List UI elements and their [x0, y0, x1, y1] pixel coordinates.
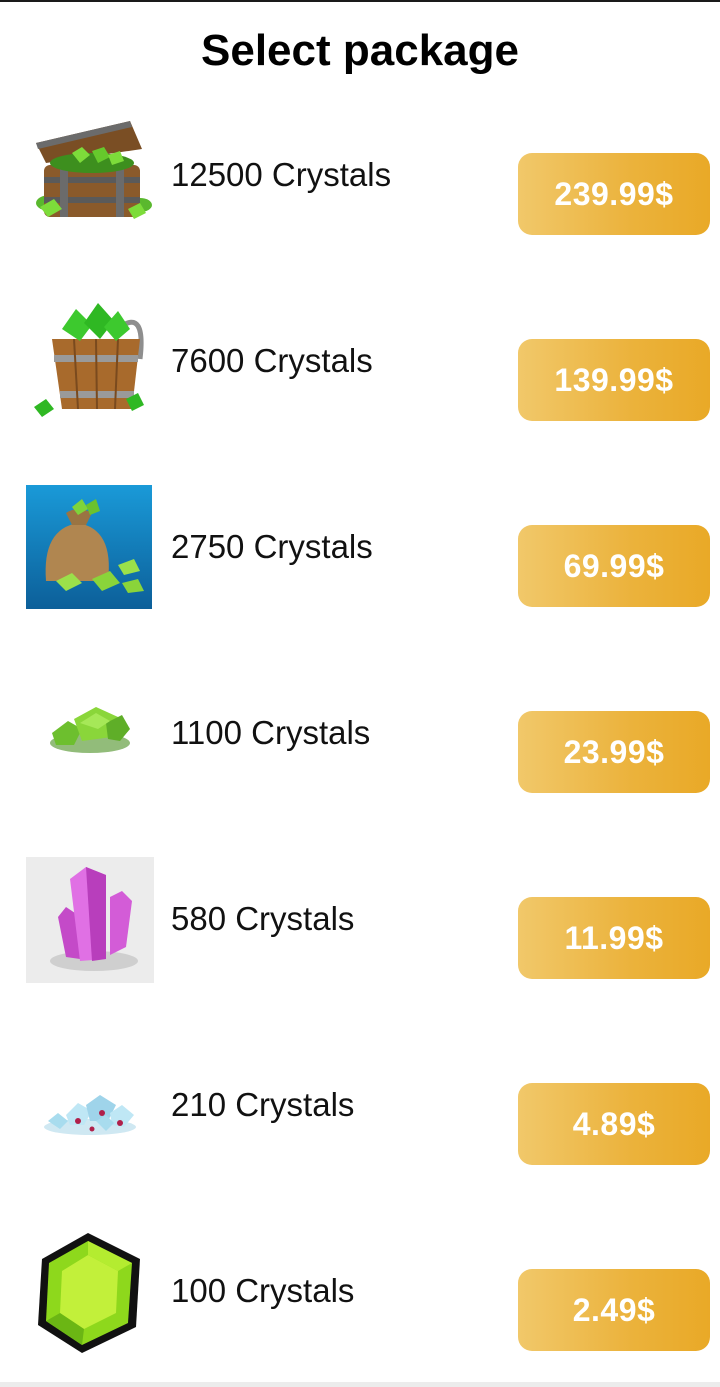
package-row-7600[interactable]: 7600 Crystals 139.99$: [0, 299, 720, 429]
package-row-12500[interactable]: 12500 Crystals 239.99$: [0, 113, 720, 243]
package-row-1100[interactable]: 1100 Crystals 23.99$: [0, 671, 720, 801]
buy-button-2750[interactable]: 69.99$: [518, 525, 710, 607]
buy-button-210[interactable]: 4.89$: [518, 1083, 710, 1165]
crystal-bucket-icon: [22, 299, 156, 429]
buy-button-100[interactable]: 2.49$: [518, 1269, 710, 1351]
crystal-pile-icon: [22, 671, 156, 801]
page-title: Select package: [201, 26, 519, 75]
pink-crystal-icon: [22, 857, 156, 987]
gem-pile-icon: [22, 1043, 156, 1173]
package-name: 7600 Crystals: [171, 342, 373, 379]
package-row-580[interactable]: 580 Crystals 11.99$: [0, 857, 720, 987]
package-name: 100 Crystals: [171, 1272, 355, 1309]
buy-button-7600[interactable]: 139.99$: [518, 339, 710, 421]
package-row-210[interactable]: 210 Crystals 4.89$: [0, 1043, 720, 1173]
package-name: 1100 Crystals: [171, 714, 371, 751]
bottom-divider: [0, 1382, 720, 1387]
buy-button-580[interactable]: 11.99$: [518, 897, 710, 979]
package-row-2750[interactable]: 2750 Crystals 69.99$: [0, 485, 720, 615]
package-name: 2750 Crystals: [171, 528, 373, 565]
treasure-chest-icon: [22, 113, 156, 243]
package-row-100[interactable]: 100 Crystals 2.49$: [0, 1229, 720, 1359]
package-name: 12500 Crystals: [171, 156, 392, 193]
green-hexagon-gem-icon: [22, 1229, 156, 1359]
buy-button-12500[interactable]: 239.99$: [518, 153, 710, 235]
crystal-sack-icon: [22, 485, 156, 615]
package-name: 210 Crystals: [171, 1086, 355, 1123]
buy-button-1100[interactable]: 23.99$: [518, 711, 710, 793]
package-name: 580 Crystals: [171, 900, 355, 937]
top-border: [0, 0, 720, 2]
